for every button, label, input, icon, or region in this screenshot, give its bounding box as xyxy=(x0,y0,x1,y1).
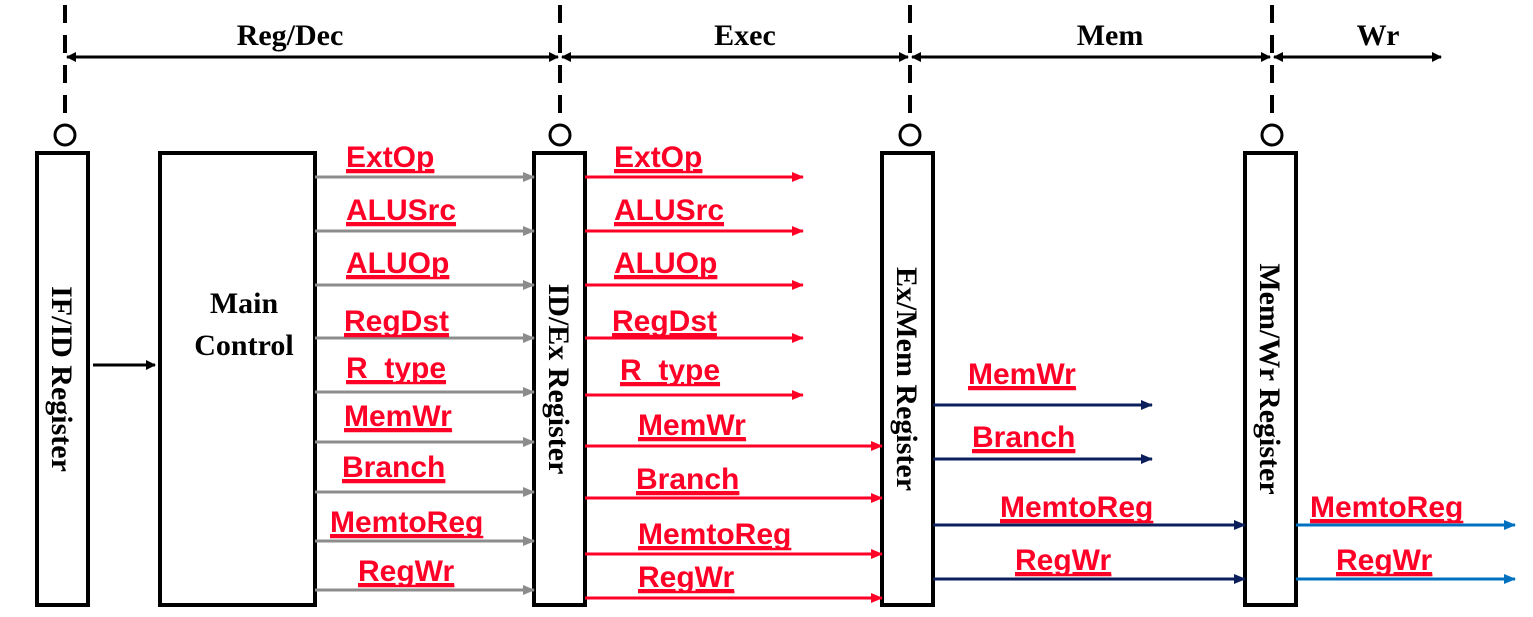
stage-label-reg-dec: Reg/Dec xyxy=(237,19,344,52)
mem-signal-label-memtoreg: MemtoReg xyxy=(1000,491,1153,524)
diagram-canvas: Reg/Dec Exec Mem Wr IF/ID Register ID/Ex… xyxy=(35,5,1516,607)
decode-signal-label-alusrc: ALUSrc xyxy=(346,194,456,227)
mem-signal-label-memwr: MemWr xyxy=(968,358,1076,391)
exec-signal-label-memtoreg: MemtoReg xyxy=(638,518,791,551)
register-label-ex-mem: Ex/Mem Register xyxy=(890,267,923,491)
main-control-label-line1: Main xyxy=(210,287,279,320)
decode-signal-label-branch: Branch xyxy=(342,451,445,484)
clock-circle-icon xyxy=(53,123,77,147)
clock-circle-icon xyxy=(1260,123,1284,147)
exec-signal-label-branch: Branch xyxy=(636,463,739,496)
exec-signal-label-regwr: RegWr xyxy=(638,561,734,594)
mem-signal-label-regwr: RegWr xyxy=(1015,544,1111,577)
exec-signal-label-regdst: RegDst xyxy=(612,305,717,338)
clock-circle-icon xyxy=(548,123,572,147)
exec-signal-label-r-type: R_type xyxy=(620,354,720,387)
decode-signal-label-regdst: RegDst xyxy=(344,305,449,338)
exec-signal-label-alusrc: ALUSrc xyxy=(614,194,724,227)
exec-signal-label-aluop: ALUOp xyxy=(614,247,717,280)
register-label-if-id: IF/ID Register xyxy=(45,286,78,472)
pipeline-control-diagram: Reg/Dec Exec Mem Wr IF/ID Register ID/Ex… xyxy=(0,0,1533,617)
decode-signal-label-extop: ExtOp xyxy=(346,141,434,174)
wr-signal-label-memtoreg: MemtoReg xyxy=(1310,491,1463,524)
stage-label-mem: Mem xyxy=(1077,19,1144,52)
register-label-mem-wr: Mem/Wr Register xyxy=(1253,263,1286,494)
stage-label-wr: Wr xyxy=(1357,19,1400,52)
exec-signal-label-extop: ExtOp xyxy=(614,141,702,174)
decode-signal-label-memwr: MemWr xyxy=(344,400,452,433)
decode-signal-label-r-type: R_type xyxy=(346,352,446,385)
wr-signal-label-regwr: RegWr xyxy=(1336,544,1432,577)
clock-circle-icon xyxy=(898,123,922,147)
decode-signal-label-regwr: RegWr xyxy=(358,555,454,588)
main-control-box xyxy=(158,151,317,607)
exec-signal-label-memwr: MemWr xyxy=(638,409,746,442)
register-label-id-ex: ID/Ex Register xyxy=(542,284,575,475)
decode-signal-label-aluop: ALUOp xyxy=(346,247,449,280)
stage-label-exec: Exec xyxy=(714,19,776,52)
decode-signal-label-memtoreg: MemtoReg xyxy=(330,506,483,539)
mem-signal-label-branch: Branch xyxy=(972,421,1075,454)
main-control-label-line2: Control xyxy=(194,329,293,362)
